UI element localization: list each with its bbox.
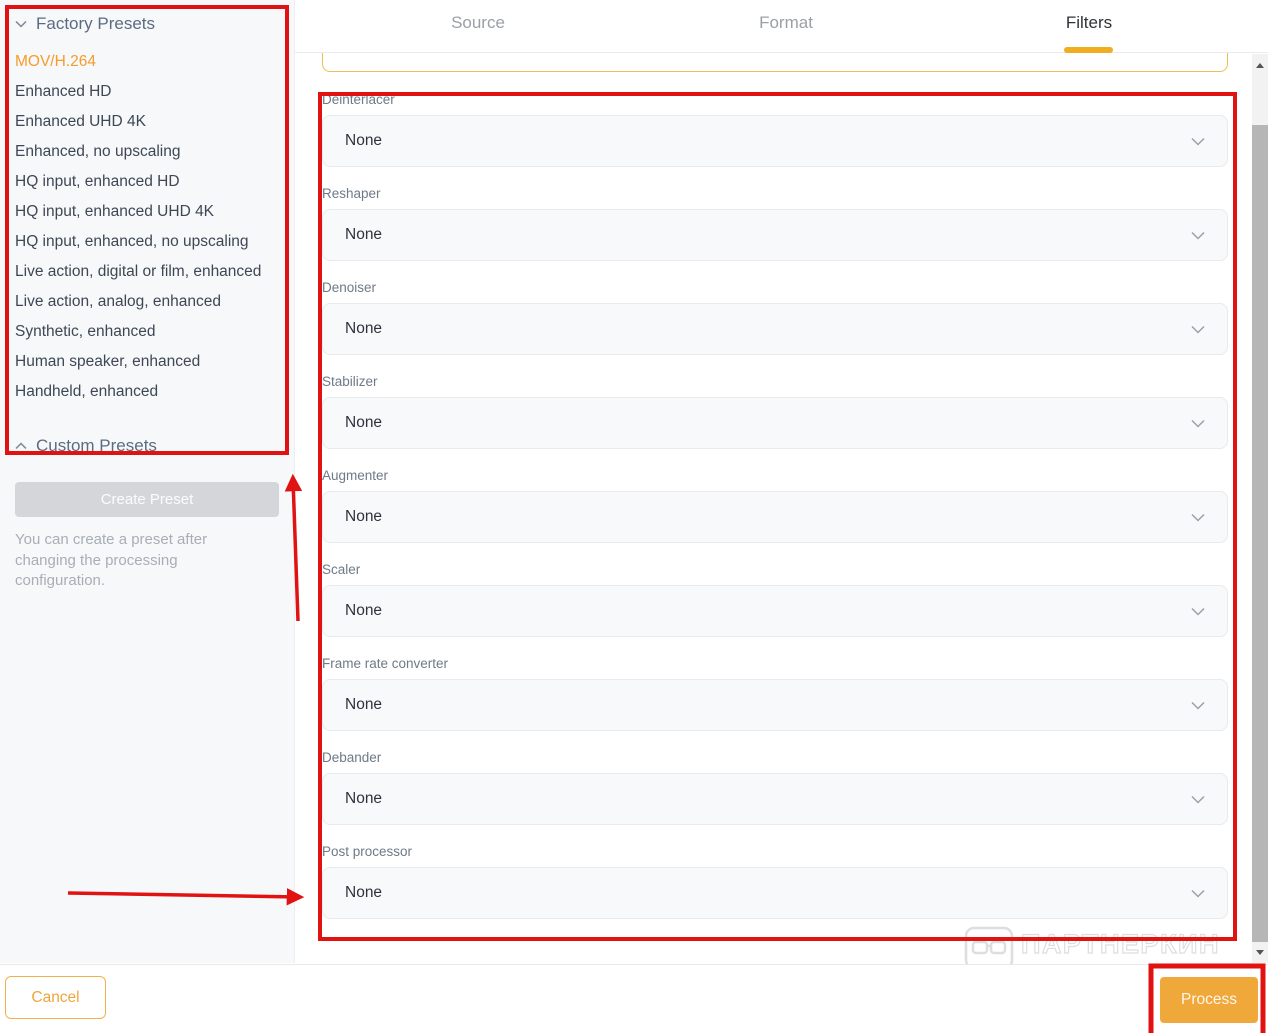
chevron-down-icon bbox=[1191, 513, 1205, 522]
dropdown-value: None bbox=[345, 414, 383, 431]
factory-presets-title: Factory Presets bbox=[36, 14, 156, 33]
deinterlacer-dropdown[interactable]: None bbox=[322, 115, 1228, 167]
dropdown-value: None bbox=[345, 226, 383, 243]
filter-group-debander: Debander None bbox=[322, 750, 1228, 825]
dropdown-value: None bbox=[345, 132, 383, 149]
preset-item-enhanced-uhd-4k[interactable]: Enhanced UHD 4K bbox=[15, 112, 279, 132]
dropdown-value: None bbox=[345, 508, 383, 525]
reshaper-dropdown[interactable]: None bbox=[322, 209, 1228, 261]
scaler-dropdown[interactable]: None bbox=[322, 585, 1228, 637]
filter-label: Stabilizer bbox=[322, 374, 378, 389]
preset-item-mov-h264[interactable]: MOV/H.264 bbox=[15, 52, 279, 72]
tab-format[interactable]: Format bbox=[759, 13, 813, 33]
chevron-down-icon bbox=[1191, 607, 1205, 616]
dropdown-value: None bbox=[345, 884, 383, 901]
filter-group-stabilizer: Stabilizer None bbox=[322, 374, 1228, 449]
custom-presets-header[interactable]: Custom Presets bbox=[15, 436, 279, 456]
denoiser-dropdown[interactable]: None bbox=[322, 303, 1228, 355]
preset-item-hq-enhanced-uhd-4k[interactable]: HQ input, enhanced UHD 4K bbox=[15, 202, 279, 222]
vertical-scrollbar[interactable] bbox=[1252, 54, 1268, 963]
scroll-up-arrow-icon[interactable] bbox=[1256, 63, 1264, 68]
stabilizer-dropdown[interactable]: None bbox=[322, 397, 1228, 449]
process-button[interactable]: Process bbox=[1160, 977, 1258, 1023]
preset-item-handheld[interactable]: Handheld, enhanced bbox=[15, 382, 279, 402]
factory-presets-header[interactable]: Factory Presets bbox=[15, 14, 279, 34]
filter-group-scaler: Scaler None bbox=[322, 562, 1228, 637]
filter-label: Scaler bbox=[322, 562, 361, 577]
chevron-down-icon bbox=[1191, 795, 1205, 804]
footer-bar: Cancel Process bbox=[0, 964, 1268, 1033]
dropdown-value: None bbox=[345, 320, 383, 337]
chevron-down-icon bbox=[1191, 419, 1205, 428]
create-preset-hint: You can create a preset after changing t… bbox=[15, 531, 208, 589]
filter-label: Debander bbox=[322, 750, 382, 765]
augmenter-dropdown[interactable]: None bbox=[322, 491, 1228, 543]
dropdown-value: None bbox=[345, 696, 383, 713]
filter-label: Frame rate converter bbox=[322, 656, 449, 671]
cancel-button[interactable]: Cancel bbox=[5, 976, 106, 1019]
preset-item-hq-enhanced-hd[interactable]: HQ input, enhanced HD bbox=[15, 172, 279, 192]
filter-group-reshaper: Reshaper None bbox=[322, 186, 1228, 261]
dropdown-value: None bbox=[345, 602, 383, 619]
filter-group-post-processor: Post processor None bbox=[322, 844, 1228, 919]
chevron-down-icon bbox=[15, 20, 27, 28]
filter-label: Post processor bbox=[322, 844, 413, 859]
preset-item-live-action-digital[interactable]: Live action, digital or film, enhanced bbox=[15, 262, 279, 282]
dropdown-value: None bbox=[345, 790, 383, 807]
frame-rate-converter-dropdown[interactable]: None bbox=[322, 679, 1228, 731]
scroll-down-arrow-icon[interactable] bbox=[1256, 950, 1264, 955]
filter-label: Reshaper bbox=[322, 186, 381, 201]
settings-tabbar: Source Format Filters bbox=[295, 0, 1268, 53]
preset-item-enhanced-hd[interactable]: Enhanced HD bbox=[15, 82, 279, 102]
filters-panel: Deinterlacer None Reshaper None Denoiser… bbox=[322, 92, 1228, 938]
scrollbar-thumb[interactable] bbox=[1252, 125, 1268, 942]
preset-item-human-speaker[interactable]: Human speaker, enhanced bbox=[15, 352, 279, 372]
debander-dropdown[interactable]: None bbox=[322, 773, 1228, 825]
post-processor-dropdown[interactable]: None bbox=[322, 867, 1228, 919]
presets-sidebar: Factory Presets MOV/H.264 Enhanced HD En… bbox=[0, 0, 295, 963]
filter-group-denoiser: Denoiser None bbox=[322, 280, 1228, 355]
filter-group-deinterlacer: Deinterlacer None bbox=[322, 92, 1228, 167]
filter-group-frame-rate-converter: Frame rate converter None bbox=[322, 656, 1228, 731]
custom-presets-title: Custom Presets bbox=[36, 436, 157, 455]
filter-label: Deinterlacer bbox=[322, 92, 395, 107]
preset-item-live-action-analog[interactable]: Live action, analog, enhanced bbox=[15, 292, 279, 312]
preset-item-hq-enhanced-no-upscaling[interactable]: HQ input, enhanced, no upscaling bbox=[15, 232, 279, 252]
chevron-down-icon bbox=[1191, 137, 1205, 146]
chevron-down-icon bbox=[1191, 325, 1205, 334]
create-preset-button[interactable]: Create Preset bbox=[15, 482, 279, 517]
filter-label: Augmenter bbox=[322, 468, 389, 483]
tab-source[interactable]: Source bbox=[451, 13, 505, 33]
filter-label: Denoiser bbox=[322, 280, 377, 295]
chevron-down-icon bbox=[1191, 889, 1205, 898]
chevron-up-icon bbox=[15, 442, 27, 450]
chevron-down-icon bbox=[1191, 231, 1205, 240]
chevron-down-icon bbox=[1191, 701, 1205, 710]
preset-item-synthetic[interactable]: Synthetic, enhanced bbox=[15, 322, 279, 342]
tab-filters[interactable]: Filters bbox=[1066, 13, 1112, 33]
preset-item-enhanced-no-upscaling[interactable]: Enhanced, no upscaling bbox=[15, 142, 279, 162]
filter-group-augmenter: Augmenter None bbox=[322, 468, 1228, 543]
active-tab-underline bbox=[1064, 47, 1113, 53]
